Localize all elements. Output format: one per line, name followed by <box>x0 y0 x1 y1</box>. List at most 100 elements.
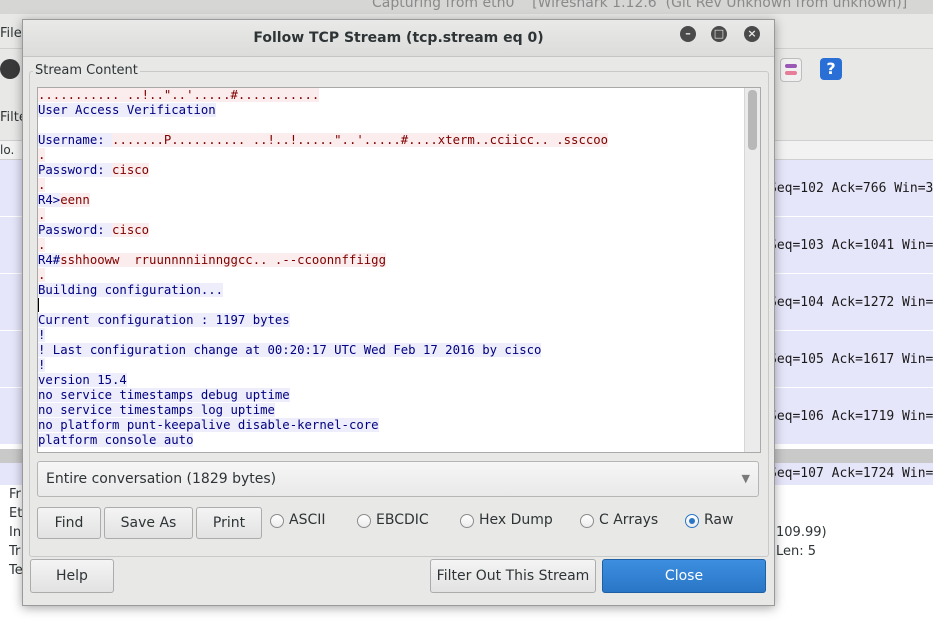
server-data-segment: ! <box>38 328 46 342</box>
client-data-segment: . <box>38 238 46 252</box>
stream-line: . <box>38 238 744 253</box>
stream-line: R4>eenn <box>38 193 744 208</box>
stream-line: . <box>38 268 744 283</box>
conversation-select[interactable]: Entire conversation (1829 bytes) ▼ <box>37 461 759 497</box>
minimize-icon[interactable]: – <box>680 26 696 42</box>
text-cursor <box>38 298 39 312</box>
client-data-segment: . <box>38 178 46 192</box>
detail-ip-suffix: 109.99) <box>776 525 827 540</box>
server-data-segment: ! <box>38 358 46 372</box>
scrollbar-thumb[interactable] <box>748 90 757 150</box>
dialog-title: Follow TCP Stream (tcp.stream eq 0) <box>253 30 544 46</box>
filter-out-stream-button[interactable]: Filter Out This Stream <box>430 559 596 593</box>
stream-line <box>38 298 744 313</box>
packet-info: Seq=103 Ack=1041 Win= <box>769 238 933 253</box>
server-data-segment: no service timestamps log uptime <box>38 403 275 417</box>
conversation-select-value: Entire conversation (1829 bytes) <box>46 471 277 487</box>
client-data-segment: . <box>38 268 46 282</box>
stream-content-label: Stream Content <box>33 63 140 78</box>
detail-telnet[interactable]: Te <box>9 563 23 578</box>
help-button[interactable]: Help <box>30 559 114 593</box>
radio-indicator <box>460 514 474 528</box>
dialog-titlebar[interactable]: Follow TCP Stream (tcp.stream eq 0) – □ … <box>23 20 774 57</box>
menu-file[interactable]: File <box>0 26 22 41</box>
stream-line: Password: cisco <box>38 223 744 238</box>
stream-line: ! <box>38 358 744 373</box>
column-no[interactable]: lo. <box>0 143 14 157</box>
server-data-segment: Building configuration... <box>38 283 224 297</box>
server-data-segment: Current configuration : 1197 bytes <box>38 313 290 327</box>
client-data-segment: sshhooww rruunnnniinnggcc.. .--ccoonnffi… <box>60 253 386 267</box>
radio-indicator <box>270 514 284 528</box>
stream-line: ........... ..!.."..'.....#........... <box>38 88 744 103</box>
stream-line: . <box>38 178 744 193</box>
detail-frame[interactable]: Fr <box>9 487 21 502</box>
stream-line: Password: cisco <box>38 163 744 178</box>
stream-line: . <box>38 148 744 163</box>
stream-line: Username: .......P.......... ..!..!.....… <box>38 133 744 148</box>
packet-info: Seq=105 Ack=1617 Win= <box>769 352 933 367</box>
radio-indicator <box>357 514 371 528</box>
stream-line: no service timestamps log uptime <box>38 403 744 418</box>
server-data-segment: Username: <box>38 133 113 147</box>
maximize-icon[interactable]: □ <box>711 26 727 42</box>
stream-text[interactable]: ........... ..!.."..'.....#........... Us… <box>38 88 744 452</box>
packet-info: Seq=107 Ack=1724 Win= <box>769 466 933 481</box>
client-data-segment: cisco <box>112 163 150 177</box>
client-data-segment: eenn <box>60 193 90 207</box>
client-data-segment: cisco <box>112 223 150 237</box>
client-data-segment: .......P.......... ..!..!....."..'.....#… <box>112 133 609 147</box>
stream-line: . <box>38 208 744 223</box>
stream-line: Building configuration... <box>38 283 744 298</box>
follow-tcp-stream-dialog: Follow TCP Stream (tcp.stream eq 0) – □ … <box>22 19 775 606</box>
server-data-segment: R4> <box>38 193 61 207</box>
radio-label: Raw <box>704 512 734 528</box>
interface-list-icon[interactable] <box>0 59 20 79</box>
detail-ethernet[interactable]: Et <box>9 506 22 521</box>
packet-info: Seq=104 Ack=1272 Win= <box>769 295 933 310</box>
help-icon[interactable]: ? <box>820 58 842 80</box>
find-button[interactable]: Find <box>37 507 101 539</box>
client-data-segment: ........... ..!.."..'.....#........... <box>38 88 320 102</box>
stream-line: no platform punt-keepalive disable-kerne… <box>38 418 744 433</box>
radio-indicator <box>580 514 594 528</box>
radio-label: C Arrays <box>599 512 659 528</box>
packet-info: Seq=106 Ack=1719 Win= <box>769 409 933 424</box>
stream-line: User Access Verification <box>38 103 744 118</box>
server-data-segment: version 15.4 <box>38 373 127 387</box>
server-data-segment: no platform punt-keepalive disable-kerne… <box>38 418 379 432</box>
server-data-segment: R4# <box>38 253 61 267</box>
server-data-segment: Password: <box>38 163 113 177</box>
stream-line: platform console auto <box>38 433 744 448</box>
detail-tcp[interactable]: Tr <box>9 544 20 559</box>
stream-line: ! <box>38 328 744 343</box>
radio-label: EBCDIC <box>376 512 429 528</box>
server-data-segment: platform console auto <box>38 433 194 447</box>
stream-line: ! Last configuration change at 00:20:17 … <box>38 343 744 358</box>
packet-info: Seq=102 Ack=766 Win=3 <box>769 181 933 196</box>
client-data-segment: . <box>38 148 46 162</box>
stream-line: Current configuration : 1197 bytes <box>38 313 744 328</box>
save-as-button[interactable]: Save As <box>104 507 193 539</box>
radio-indicator <box>685 514 699 528</box>
main-window-titlebar: Capturing from eth0 [Wireshark 1.12.6 (G… <box>0 0 933 14</box>
stream-scrollbar[interactable] <box>744 88 760 452</box>
print-button[interactable]: Print <box>196 507 262 539</box>
detail-ip[interactable]: In <box>9 525 21 540</box>
stream-line: no service timestamps debug uptime <box>38 388 744 403</box>
stream-line <box>38 118 744 133</box>
server-data-segment: User Access Verification <box>38 103 216 117</box>
radio-label: ASCII <box>289 512 326 528</box>
main-window-title: Capturing from eth0 [Wireshark 1.12.6 (G… <box>372 0 908 11</box>
stream-text-view[interactable]: ........... ..!.."..'.....#........... Us… <box>37 87 761 453</box>
close-button[interactable]: Close <box>602 559 766 593</box>
close-icon[interactable]: × <box>744 26 760 42</box>
server-data-segment: Password: <box>38 223 113 237</box>
client-data-segment: . <box>38 208 46 222</box>
chevron-down-icon: ▼ <box>741 472 750 485</box>
stream-line: version 15.4 <box>38 373 744 388</box>
preferences-icon[interactable] <box>780 58 802 82</box>
server-data-segment: no service timestamps debug uptime <box>38 388 290 402</box>
server-data-segment: ! Last configuration change at 00:20:17 … <box>38 343 542 357</box>
radio-label: Hex Dump <box>479 512 553 528</box>
